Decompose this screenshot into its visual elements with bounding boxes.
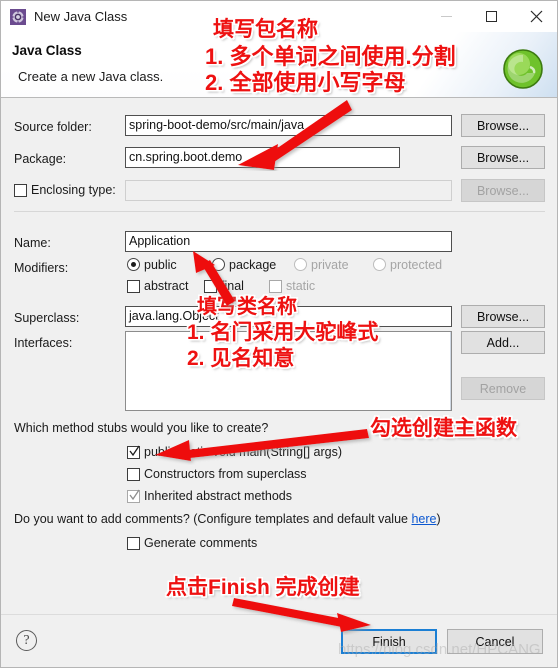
dialog-body: Source folder: spring-boot-demo/src/main… [1,98,557,614]
modifier-radio-protected [373,258,386,271]
stub-label-main: public static void main(String[] args) [144,445,342,459]
stub-label-inherited: Inherited abstract methods [144,489,292,503]
modifier-radio-public[interactable] [127,258,140,271]
cancel-button[interactable]: Cancel [447,629,543,654]
window-title: New Java Class [34,9,128,24]
dialog-footer: ? Finish Cancel [1,614,557,667]
radio-dot [131,262,136,267]
generate-comments-label: Generate comments [144,536,258,550]
enclosing-type-input[interactable] [125,180,452,201]
section-divider-1 [14,211,545,212]
source-folder-label: Source folder: [14,120,92,134]
maximize-icon [486,11,497,22]
modifier-checkbox-final[interactable] [204,280,217,293]
comments-question-suffix: ) [436,512,441,526]
stub-checkbox-inherited [127,489,140,503]
check-icon [129,489,140,501]
interfaces-add-button[interactable]: Add... [461,331,545,354]
comments-question-prefix: Do you want to add comments? (Configure … [14,512,412,526]
modifier-label-package: package [229,258,277,272]
stub-label-constructors: Constructors from superclass [144,467,307,481]
finish-button[interactable]: Finish [341,629,437,654]
modifier-label-final: final [221,279,244,293]
title-bar: New Java Class [1,1,557,32]
superclass-label: Superclass: [14,311,80,325]
close-icon [530,10,543,23]
window-controls [424,1,557,32]
modifier-label-public: public [144,258,177,272]
wizard-title: Java Class [12,43,82,58]
eclipse-gear-icon [10,8,26,25]
minimize-icon [441,16,452,17]
interfaces-scrollbar[interactable] [450,332,451,410]
package-browse-button[interactable]: Browse... [461,146,545,169]
comments-question: Do you want to add comments? (Configure … [14,512,441,526]
interfaces-listbox[interactable] [125,331,452,411]
modifier-label-abstract: abstract [144,279,189,293]
question-mark-icon[interactable]: ? [16,630,37,651]
superclass-browse-button[interactable]: Browse... [461,305,545,328]
green-java-class-icon [500,46,546,92]
minimize-button[interactable] [424,1,469,32]
modifier-checkbox-abstract[interactable] [127,280,140,293]
modifier-checkbox-static [269,280,282,293]
modifier-label-protected: protected [390,258,443,272]
stub-checkbox-constructors[interactable] [127,468,140,481]
interfaces-label: Interfaces: [14,336,73,350]
package-label: Package: [14,152,67,166]
name-label: Name: [14,236,51,250]
source-folder-browse-button[interactable]: Browse... [461,114,545,137]
maximize-button[interactable] [469,1,514,32]
modifier-label-static: static [286,279,316,293]
check-icon [129,445,140,457]
modifier-radio-private [294,258,307,271]
enclosing-type-checkbox[interactable] [14,184,27,197]
generate-comments-checkbox[interactable] [127,537,140,550]
new-java-class-dialog: New Java Class Java Class Create a new J… [0,0,558,668]
modifiers-label: Modifiers: [14,261,69,275]
enclosing-type-browse-button: Browse... [461,179,545,202]
close-button[interactable] [514,1,557,32]
modifier-label-private: private [311,258,349,272]
source-folder-input[interactable]: spring-boot-demo/src/main/java [125,115,452,136]
interfaces-remove-button: Remove [461,377,545,400]
name-input[interactable]: Application [125,231,452,252]
method-stubs-question: Which method stubs would you like to cre… [14,421,269,435]
stub-checkbox-main[interactable] [127,445,140,459]
enclosing-type-label: Enclosing type: [31,183,116,197]
package-input[interactable]: cn.spring.boot.demo [125,147,400,168]
wizard-description: Create a new Java class. [18,69,164,84]
superclass-input[interactable]: java.lang.Object [125,306,452,327]
configure-templates-link[interactable]: here [411,512,436,526]
wizard-header: Java Class Create a new Java class. [1,32,557,98]
modifier-radio-package[interactable] [212,258,225,271]
